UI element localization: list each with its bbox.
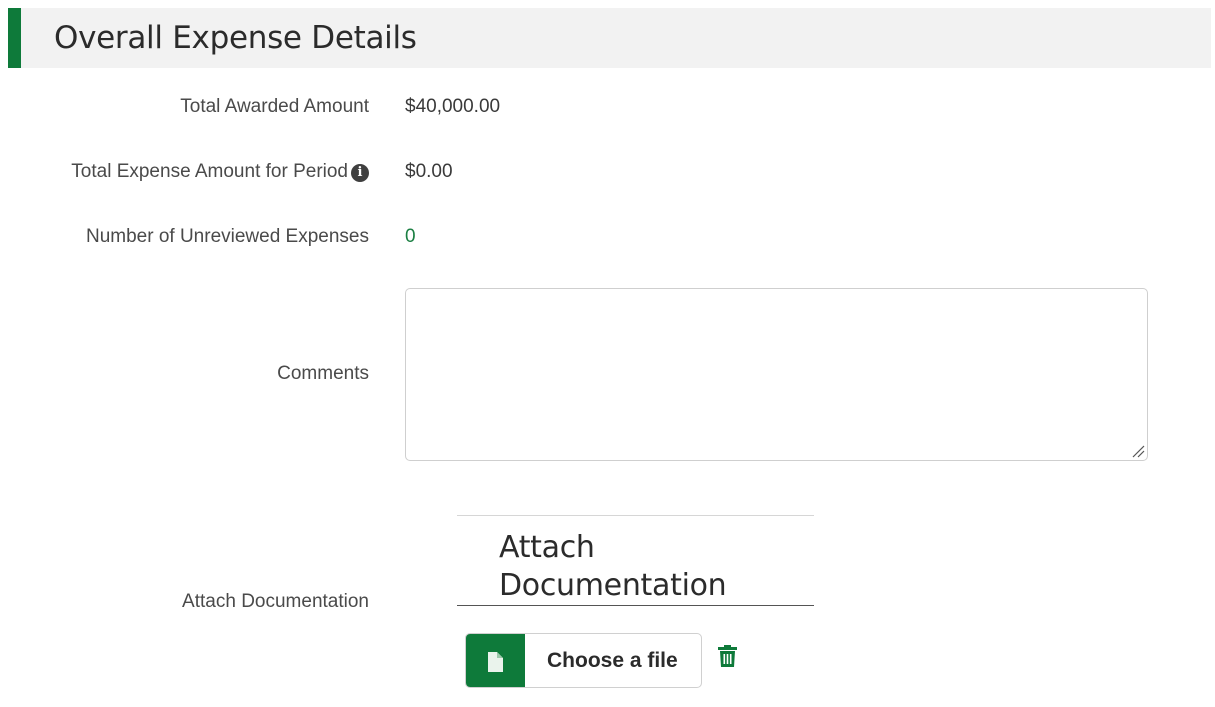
- section-header: Overall Expense Details: [8, 8, 1211, 68]
- resize-grip-icon[interactable]: [1131, 444, 1145, 458]
- info-circle-icon[interactable]: i: [351, 164, 369, 182]
- total-awarded-label: Total Awarded Amount: [180, 96, 369, 117]
- file-icon: [488, 652, 503, 672]
- comments-label: Comments: [277, 363, 369, 384]
- file-icon-area: [466, 634, 525, 687]
- unreviewed-expenses-label: Number of Unreviewed Expenses: [85, 226, 369, 247]
- section-accent-bar: [8, 8, 21, 68]
- attach-documentation-title: Attach Documentation: [499, 530, 727, 603]
- choose-file-label: Choose a file: [547, 649, 678, 672]
- comments-textarea[interactable]: [405, 288, 1148, 461]
- unreviewed-expenses-value: 0: [405, 226, 416, 247]
- total-expense-label-row: Total Expense Amount for Period i: [71, 161, 369, 183]
- choose-file-button[interactable]: Choose a file: [465, 633, 702, 688]
- section-title: Overall Expense Details: [54, 20, 417, 56]
- attach-documentation-label: Attach Documentation: [182, 591, 369, 612]
- total-expense-label: Total Expense Amount for Period: [71, 161, 348, 182]
- total-awarded-value: $40,000.00: [405, 96, 501, 117]
- attach-documentation-panel: Attach Documentation: [457, 515, 814, 606]
- trash-icon[interactable]: [718, 645, 737, 667]
- total-expense-value: $0.00: [405, 161, 453, 182]
